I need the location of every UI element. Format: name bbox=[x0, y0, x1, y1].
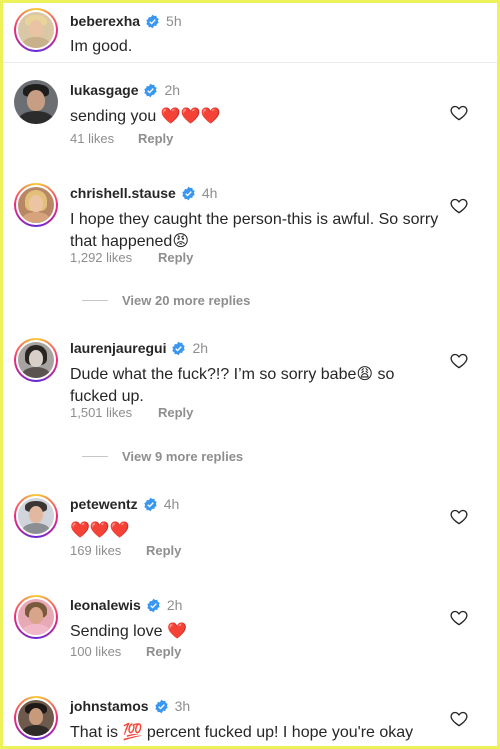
comment-text: Sending love ❤️ bbox=[70, 623, 187, 640]
comment-time: 2h bbox=[164, 82, 181, 98]
replies-line bbox=[82, 456, 108, 457]
view-more-replies-button[interactable]: View 20 more replies bbox=[82, 293, 250, 308]
comment-text: sending you ❤️❤️❤️ bbox=[70, 108, 221, 125]
reply-button[interactable]: Reply bbox=[158, 250, 193, 265]
comment-username[interactable]: laurenjauregui bbox=[70, 340, 166, 356]
view-replies-label: View 9 more replies bbox=[122, 449, 244, 464]
heart-outline-icon[interactable] bbox=[450, 609, 468, 626]
comment-time: 2h bbox=[192, 340, 209, 356]
comment-text: That is 💯 percent fucked up! I hope you'… bbox=[70, 724, 414, 749]
comment-time: 4h bbox=[201, 185, 218, 201]
avatar[interactable] bbox=[14, 183, 58, 227]
comment-text: I hope they caught the person-this is aw… bbox=[70, 211, 439, 250]
avatar[interactable] bbox=[14, 338, 58, 382]
avatar[interactable] bbox=[14, 494, 58, 538]
comment-text: ❤️❤️❤️ bbox=[70, 522, 130, 539]
avatar[interactable] bbox=[14, 80, 58, 124]
comment-item: chrishell.stause 4h I hope they caught t… bbox=[0, 183, 500, 273]
verified-badge-icon bbox=[182, 186, 195, 200]
verified-badge-icon bbox=[146, 14, 159, 28]
comment-username[interactable]: petewentz bbox=[70, 496, 138, 512]
comment-item: petewentz 4h ❤️❤️❤️ 169 likes Reply bbox=[0, 494, 500, 569]
comment-likes[interactable]: 41 likes bbox=[70, 131, 138, 146]
comment-username[interactable]: chrishell.stause bbox=[70, 185, 176, 201]
comment-item: johnstamos 3h That is 💯 percent fucked u… bbox=[0, 696, 500, 749]
comment-username[interactable]: leonalewis bbox=[70, 597, 141, 613]
heart-outline-icon[interactable] bbox=[450, 508, 468, 525]
view-replies-label: View 20 more replies bbox=[122, 293, 251, 308]
comment-username[interactable]: johnstamos bbox=[70, 698, 149, 714]
replies-line bbox=[82, 300, 108, 301]
comment-likes[interactable]: 1,292 likes bbox=[70, 250, 158, 265]
comment-likes[interactable]: 169 likes bbox=[70, 543, 146, 558]
verified-badge-icon bbox=[147, 598, 160, 612]
avatar[interactable] bbox=[14, 595, 58, 639]
comment-time: 3h bbox=[174, 698, 191, 714]
divider bbox=[0, 62, 500, 63]
comment-time: 4h bbox=[163, 496, 180, 512]
comment-item: laurenjauregui 2h Dude what the fuck?!? … bbox=[0, 338, 500, 428]
heart-outline-icon[interactable] bbox=[450, 352, 468, 369]
avatar[interactable] bbox=[14, 696, 58, 740]
reply-button[interactable]: Reply bbox=[146, 543, 181, 558]
comment-username[interactable]: lukasgage bbox=[70, 82, 138, 98]
comment-item: lukasgage 2h sending you ❤️❤️❤️ 41 likes… bbox=[0, 80, 500, 155]
reply-button[interactable]: Reply bbox=[138, 131, 173, 146]
comment-likes[interactable]: 100 likes bbox=[70, 644, 146, 659]
verified-badge-icon bbox=[154, 699, 168, 713]
heart-outline-icon[interactable] bbox=[450, 710, 468, 727]
comment-item: leonalewis 2h Sending love ❤️ 100 likes … bbox=[0, 595, 500, 670]
comment-username[interactable]: beberexha bbox=[70, 13, 140, 29]
comment-text: Im good. bbox=[70, 38, 133, 55]
heart-outline-icon[interactable] bbox=[450, 197, 468, 214]
verified-badge-icon bbox=[172, 341, 186, 355]
reply-button[interactable]: Reply bbox=[158, 405, 193, 420]
verified-badge-icon bbox=[144, 497, 157, 511]
comment-likes[interactable]: 1,501 likes bbox=[70, 405, 158, 420]
comment-text: Dude what the fuck?!? I’m so sorry babe😩… bbox=[70, 366, 395, 405]
verified-badge-icon bbox=[144, 83, 158, 97]
view-more-replies-button[interactable]: View 9 more replies bbox=[82, 449, 243, 464]
reply-button[interactable]: Reply bbox=[146, 644, 181, 659]
avatar[interactable] bbox=[14, 8, 58, 52]
heart-outline-icon[interactable] bbox=[450, 104, 468, 121]
comment-item: beberexha 5h Im good. bbox=[0, 6, 500, 68]
comment-time: 2h bbox=[166, 597, 183, 613]
comment-time: 5h bbox=[166, 13, 182, 29]
